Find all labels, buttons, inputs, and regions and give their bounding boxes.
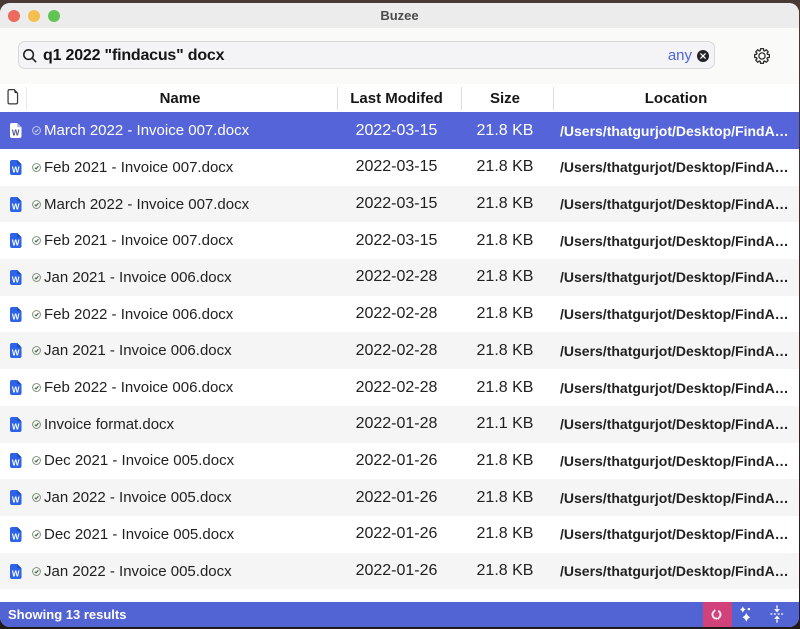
svg-text:W: W [11, 275, 19, 284]
svg-text:W: W [11, 422, 19, 431]
svg-text:W: W [11, 312, 19, 321]
svg-text:W: W [11, 349, 19, 358]
svg-text:W: W [11, 239, 19, 248]
svg-text:W: W [11, 165, 19, 174]
svg-text:W: W [11, 569, 19, 578]
svg-text:W: W [11, 128, 19, 137]
svg-text:W: W [11, 385, 19, 394]
svg-text:W: W [11, 202, 19, 211]
svg-text:W: W [11, 459, 19, 468]
svg-text:W: W [11, 495, 19, 504]
svg-text:W: W [11, 532, 19, 541]
